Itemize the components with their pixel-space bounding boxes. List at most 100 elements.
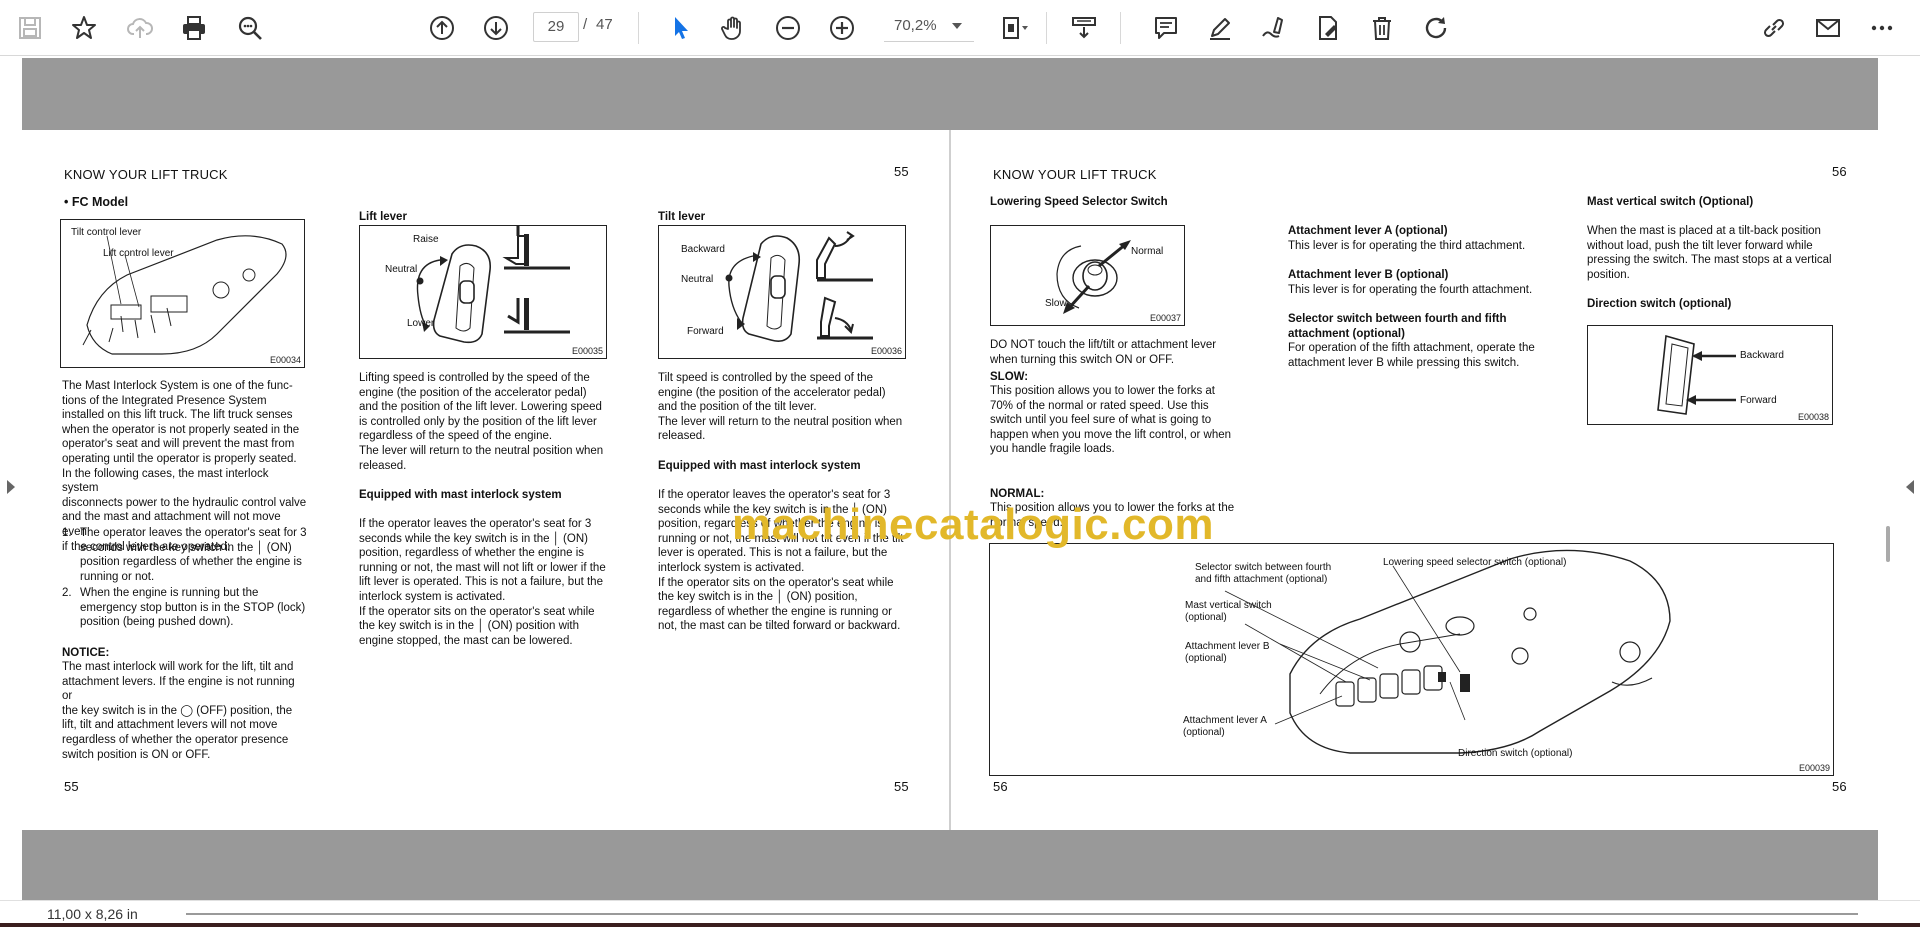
highlight-pen-icon[interactable]: [1202, 10, 1238, 46]
page-56: KNOW YOUR LIFT TRUCK 56 Lowering Speed S…: [951, 130, 1878, 830]
figure-direction-switch: Backward Forward E00038: [1587, 325, 1833, 425]
body-paragraph: This position allows you to lower the fo…: [990, 385, 1232, 456]
draw-icon[interactable]: [1256, 10, 1292, 46]
page-header: KNOW YOUR LIFT TRUCK: [993, 167, 1157, 182]
collapse-right-icon[interactable]: [1906, 480, 1914, 494]
figure-code: E00038: [1797, 412, 1829, 422]
slow-title: SLOW:: [990, 371, 1029, 383]
horizontal-scrollbar[interactable]: [186, 913, 1858, 915]
watermark: machinecatalogic.com: [732, 500, 1214, 549]
section-title: • FC Model: [64, 195, 129, 209]
next-page-icon[interactable]: [478, 10, 514, 46]
comment-icon[interactable]: [1148, 10, 1184, 46]
figure-label: Normal: [1131, 246, 1164, 257]
body-paragraph: This lever is for operating the third at…: [1288, 240, 1526, 252]
previous-page-icon[interactable]: [424, 10, 460, 46]
figure-code: E00039: [1798, 763, 1830, 773]
figure-fc-model: Tilt control lever Lift control lever E0…: [60, 219, 305, 368]
sub-title: Equipped with mast interlock system: [658, 460, 861, 472]
figure-control-panel: Selector switch between fourth and fifth…: [989, 543, 1834, 776]
figure-tilt-lever: Backward Neutral Forward E00036: [658, 225, 906, 359]
sub-title: Selector switch between fourth and fifth…: [1288, 313, 1507, 340]
collapse-left-icon[interactable]: [7, 480, 15, 494]
section-title: Lift lever: [359, 211, 407, 223]
rotate-icon[interactable]: [1418, 10, 1454, 46]
fill-sign-icon[interactable]: [1310, 10, 1346, 46]
list-number: 2.: [62, 587, 72, 599]
figure-label: Neutral: [681, 274, 714, 285]
page-separator: /: [583, 16, 588, 33]
body-paragraph: Tilt speed is controlled by the speed of…: [658, 372, 903, 443]
document-viewport[interactable]: KNOW YOUR LIFT TRUCK 55 • FC Model Tilt …: [0, 56, 1920, 900]
list-item: When the engine is running but the emerg…: [80, 587, 306, 629]
page-size-label: 11,00 x 8,26 in: [47, 906, 138, 922]
more-icon[interactable]: [1864, 10, 1900, 46]
print-icon[interactable]: [176, 10, 212, 46]
figure-label: Tilt control lever: [71, 227, 142, 238]
figure-label: Neutral: [385, 264, 418, 275]
page-fit-icon[interactable]: [996, 10, 1032, 46]
taskbar-edge: [0, 923, 1920, 927]
notice-text: The mast interlock will work for the lif…: [62, 661, 295, 761]
page-gap-top: [22, 58, 1878, 130]
bookmark-star-icon[interactable]: [66, 10, 102, 46]
page-number-input[interactable]: 29: [533, 12, 579, 42]
list-item: The operator leaves the operator's seat …: [80, 527, 307, 583]
chevron-down-icon[interactable]: [952, 23, 962, 29]
figure-label: Raise: [413, 234, 439, 245]
zoom-out-icon[interactable]: [770, 10, 806, 46]
share-link-icon[interactable]: [1756, 10, 1792, 46]
sub-title: Direction switch (optional): [1587, 298, 1732, 310]
hand-tool-icon[interactable]: [716, 10, 752, 46]
direction-switch-drawing: [1657, 334, 1736, 415]
toolbar-divider: [1120, 12, 1121, 44]
page-number-bottom-right: 55: [894, 779, 909, 794]
cloud-upload-icon[interactable]: [122, 10, 158, 46]
control-panel-drawing: [1224, 549, 1671, 754]
toolbar-divider: [1046, 12, 1047, 44]
figure-label: Forward: [1740, 395, 1777, 406]
sub-title: Equipped with mast interlock system: [359, 489, 562, 501]
page-total: 47: [596, 16, 613, 33]
page-gap-bottom: [22, 830, 1878, 900]
body-paragraph: Lifting speed is controlled by the speed…: [359, 372, 604, 472]
figure-label: Selector switch between fourth and fifth…: [1195, 562, 1332, 585]
figure-label: Lowering speed selector switch (optional…: [1383, 557, 1567, 568]
body-paragraph: If the operator leaves the operator's se…: [359, 518, 606, 647]
delete-icon[interactable]: [1364, 10, 1400, 46]
figure-lowering-speed-switch: Normal Slow E00037: [990, 225, 1185, 326]
scroll-mode-icon[interactable]: [1066, 10, 1102, 46]
page-number-bottom-right: 56: [1832, 779, 1847, 794]
figure-code: E00035: [571, 346, 603, 356]
save-icon[interactable]: [12, 10, 48, 46]
body-paragraph: DO NOT touch the lift/tilt or attachment…: [990, 339, 1217, 366]
section-title: Lowering Speed Selector Switch: [990, 196, 1168, 208]
email-icon[interactable]: [1810, 10, 1846, 46]
figure-code: E00034: [269, 355, 301, 365]
page-number-top: 55: [894, 164, 909, 179]
notice-title: NOTICE:: [62, 647, 110, 659]
figure-label: Direction switch (optional): [1458, 748, 1573, 759]
sub-title: Attachment lever B (optional): [1288, 269, 1449, 281]
figure-code: E00036: [870, 346, 902, 356]
page-header: KNOW YOUR LIFT TRUCK: [64, 167, 228, 182]
page-number-bottom-left: 56: [993, 779, 1008, 794]
vertical-scrollbar-thumb[interactable]: [1886, 526, 1890, 562]
body-paragraph: This lever is for operating the fourth a…: [1288, 284, 1533, 296]
list-number: 1.: [62, 527, 72, 539]
figure-lift-lever: Raise Neutral Lower E00035: [359, 225, 607, 359]
sub-title: Attachment lever A (optional): [1288, 225, 1448, 237]
select-cursor-icon[interactable]: [662, 10, 698, 46]
figure-code: E00037: [1149, 313, 1181, 323]
search-zoom-icon[interactable]: [232, 10, 268, 46]
section-title: Tilt lever: [658, 211, 706, 223]
page-55: KNOW YOUR LIFT TRUCK 55 • FC Model Tilt …: [22, 130, 949, 830]
body-paragraph: When the mast is placed at a tilt-back p…: [1587, 225, 1832, 281]
zoom-in-icon[interactable]: [824, 10, 860, 46]
figure-label: Slow: [1045, 298, 1067, 309]
toolbar-divider: [638, 12, 639, 44]
page-number-bottom-left: 55: [64, 779, 79, 794]
figure-label: Attachment lever A (optional): [1183, 715, 1267, 738]
figure-label: Attachment lever B (optional): [1185, 641, 1270, 664]
figure-label: Mast vertical switch (optional): [1185, 600, 1272, 623]
